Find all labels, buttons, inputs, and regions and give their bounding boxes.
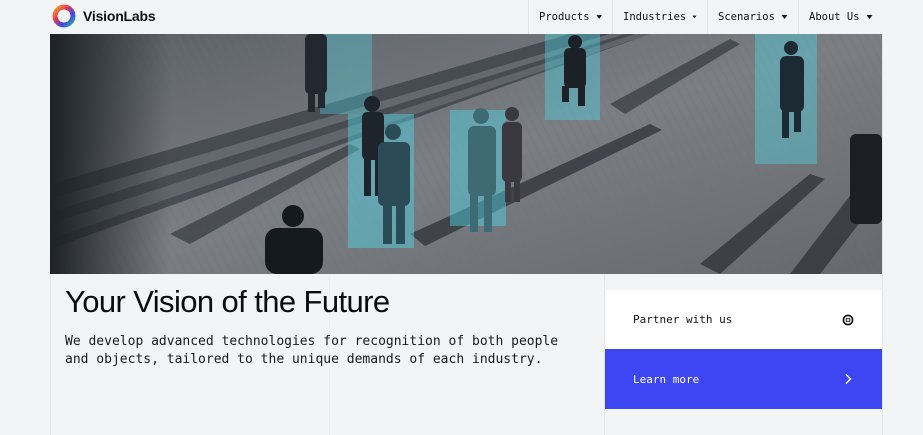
nav-about-us[interactable]: About Us <box>798 0 884 34</box>
detection-box <box>320 34 372 114</box>
site-header: VisionLabs Products Industries Scenarios… <box>0 0 923 34</box>
nav-products[interactable]: Products <box>528 0 612 34</box>
hero-scene <box>50 34 882 274</box>
nav-scenarios[interactable]: Scenarios <box>707 0 798 34</box>
chevron-down-icon <box>781 15 788 19</box>
partner-with-us-label: Partner with us <box>633 313 733 326</box>
nav-industries-label: Industries <box>623 11 687 23</box>
page-title: Your Vision of the Future <box>65 284 390 319</box>
chevron-down-icon <box>866 15 873 19</box>
brand-name: VisionLabs <box>83 8 156 24</box>
person <box>850 134 882 224</box>
brand-logo[interactable]: VisionLabs <box>52 4 156 28</box>
hero-image <box>50 34 882 274</box>
chevron-down-icon <box>596 15 602 19</box>
badge-icon <box>842 314 854 325</box>
learn-more-button[interactable]: Learn more <box>605 349 882 409</box>
learn-more-label: Learn more <box>633 372 700 386</box>
nav-scenarios-label: Scenarios <box>718 11 775 23</box>
partner-with-us-button[interactable]: Partner with us <box>605 290 882 349</box>
nav-products-label: Products <box>539 11 590 23</box>
nav-about-us-label: About Us <box>809 11 860 23</box>
frame-line-right <box>882 0 883 435</box>
main-nav: Products Industries Scenarios About Us <box>528 0 884 34</box>
chevron-right-icon <box>845 374 852 384</box>
nav-industries[interactable]: Industries <box>612 0 707 34</box>
page-description: We develop advanced technologies for rec… <box>65 334 559 367</box>
ring-logo-icon <box>52 4 76 28</box>
chevron-down-icon <box>692 15 697 19</box>
